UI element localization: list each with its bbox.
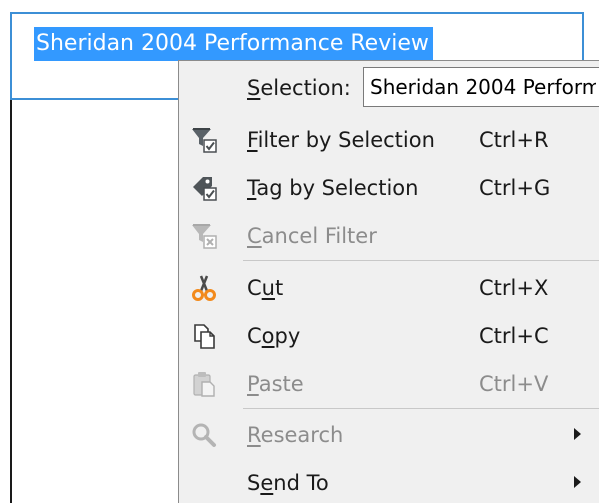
menu-item-label: Cut: [247, 276, 284, 300]
menu-item-label: Cancel Filter: [247, 224, 377, 248]
scissors-icon: [187, 272, 221, 304]
selection-input[interactable]: [363, 67, 599, 107]
menu-item-label: Research: [247, 423, 344, 447]
menu-item-paste: Paste Ctrl+V: [179, 360, 599, 408]
cancel-filter-icon: [187, 220, 221, 252]
menu-separator: [243, 260, 599, 261]
filter-by-selection-icon: [187, 124, 221, 156]
selected-text[interactable]: Sheridan 2004 Performance Review: [34, 27, 433, 61]
tag-icon: [187, 172, 221, 204]
menu-separator: [243, 408, 599, 409]
menu-item-shortcut: Ctrl+V: [479, 372, 549, 396]
menu-item-shortcut: Ctrl+X: [479, 276, 549, 300]
page: Sheridan 2004 Performance Review Selecti…: [0, 0, 599, 503]
menu-item-send-to[interactable]: Send To: [179, 459, 599, 503]
menu-item-label: Tag by Selection: [247, 176, 419, 200]
magnifier-icon: [187, 419, 221, 451]
menu-item-shortcut: Ctrl+G: [479, 176, 551, 200]
menu-item-copy[interactable]: Copy Ctrl+C: [179, 312, 599, 360]
menu-item-tag-by-selection[interactable]: Tag by Selection Ctrl+G: [179, 164, 599, 212]
menu-item-filter-by-selection[interactable]: Filter by Selection Ctrl+R: [179, 116, 599, 164]
copy-icon: [187, 320, 221, 352]
menu-item-label: Paste: [247, 372, 304, 396]
selection-label: Selection:: [247, 76, 351, 100]
menu-item-label: Copy: [247, 324, 301, 348]
menu-item-cut[interactable]: Cut Ctrl+X: [179, 264, 599, 312]
field-border-left: [10, 100, 12, 503]
menu-item-shortcut: Ctrl+C: [479, 324, 549, 348]
paste-icon: [187, 368, 221, 400]
submenu-arrow-icon: [574, 428, 581, 440]
menu-item-research: Research: [179, 411, 599, 459]
menu-item-label: Send To: [247, 471, 329, 495]
menu-row-selection: Selection:: [179, 61, 599, 109]
menu-item-label: Filter by Selection: [247, 128, 435, 152]
menu-item-shortcut: Ctrl+R: [479, 128, 549, 152]
menu-item-cancel-filter: Cancel Filter: [179, 212, 599, 260]
submenu-arrow-icon: [574, 476, 581, 488]
context-menu: Selection: Filter by Selection Ctrl+R: [178, 60, 599, 503]
